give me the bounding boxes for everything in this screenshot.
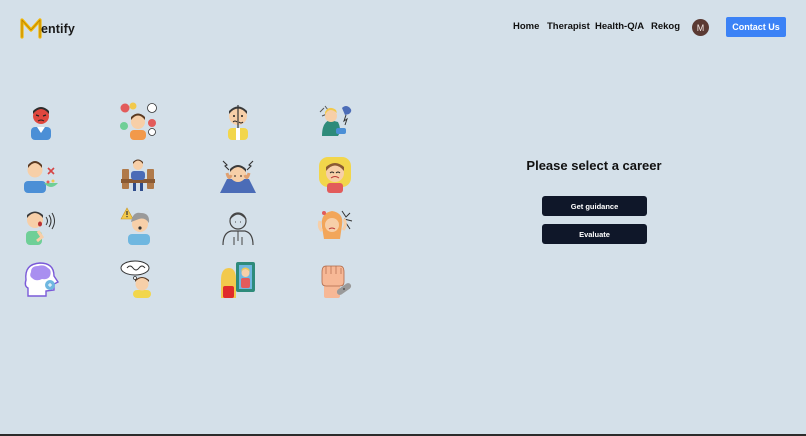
sad-sitting-icon[interactable] xyxy=(316,102,354,140)
get-guidance-button[interactable]: Get guidance xyxy=(542,196,647,216)
user-avatar[interactable]: M xyxy=(692,19,709,36)
eating-disorder-icon[interactable] xyxy=(22,155,60,193)
crying-girl-icon[interactable] xyxy=(316,155,354,193)
headache-stress-icon[interactable] xyxy=(219,155,257,193)
mirror-selfie-icon[interactable] xyxy=(219,260,257,298)
brand-name: entify xyxy=(41,22,75,36)
confused-chat-icon[interactable] xyxy=(119,102,157,140)
nav-rekog[interactable]: Rekog xyxy=(651,21,680,32)
nav-home[interactable]: Home xyxy=(513,21,539,32)
ghost-person-icon[interactable] xyxy=(219,207,257,245)
angry-man-icon[interactable] xyxy=(22,102,60,140)
nav-health-qa[interactable]: Health-Q/A xyxy=(595,21,644,32)
page-heading: Please select a career xyxy=(526,158,662,173)
brand-logo[interactable]: entify xyxy=(20,15,75,39)
fist-bandage-icon[interactable] xyxy=(316,260,354,298)
evaluate-button[interactable]: Evaluate xyxy=(542,224,647,244)
shouting-man-icon[interactable] xyxy=(22,207,60,245)
thinking-person-icon[interactable] xyxy=(119,260,157,298)
anxiety-warning-icon[interactable] xyxy=(119,207,157,245)
nav-therapist[interactable]: Therapist xyxy=(547,21,590,32)
split-face-icon[interactable] xyxy=(219,102,257,140)
contact-us-button[interactable]: Contact Us xyxy=(726,17,786,37)
hair-pulling-icon[interactable] xyxy=(316,207,354,245)
logo-m-icon xyxy=(20,18,42,39)
lonely-bench-icon[interactable] xyxy=(119,155,157,193)
brain-head-icon[interactable] xyxy=(22,260,60,298)
